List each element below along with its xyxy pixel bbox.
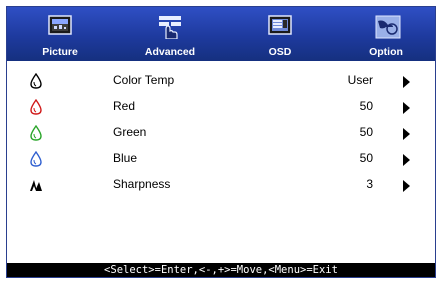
advanced-settings-icon xyxy=(158,15,182,40)
sharpness-icon xyxy=(29,177,43,193)
tab-label: OSD xyxy=(268,46,292,58)
row-value: User xyxy=(347,73,373,87)
picture-monitor-icon xyxy=(48,15,72,37)
row-green[interactable]: Green 50 xyxy=(7,121,435,147)
row-value: 3 xyxy=(366,177,373,191)
row-label: Blue xyxy=(113,151,138,165)
arrow-right-icon[interactable] xyxy=(403,180,410,192)
arrow-right-icon[interactable] xyxy=(403,128,410,140)
row-label: Green xyxy=(113,125,147,139)
red-drop-icon xyxy=(29,98,43,115)
tab-label: Advanced xyxy=(144,46,196,58)
row-sharpness[interactable]: Sharpness 3 xyxy=(7,173,435,199)
row-value: 50 xyxy=(359,151,373,165)
osd-monitor-icon xyxy=(268,15,292,37)
blue-drop-icon xyxy=(29,150,43,167)
row-value: 50 xyxy=(359,99,373,113)
tab-bar: Picture Advanced OSD Option xyxy=(7,7,435,61)
row-blue[interactable]: Blue 50 xyxy=(7,147,435,173)
arrow-right-icon[interactable] xyxy=(403,102,410,114)
green-drop-icon xyxy=(29,124,43,141)
status-bar: <Select>=Enter,<-,+>=Move,<Menu>=Exit xyxy=(7,263,435,277)
osd-menu: Picture Advanced OSD Option Color Temp U… xyxy=(6,6,436,278)
row-label: Color Temp xyxy=(113,73,175,87)
row-red[interactable]: Red 50 xyxy=(7,95,435,121)
tab-option[interactable]: Option xyxy=(351,7,421,61)
tab-osd[interactable]: OSD xyxy=(245,7,315,61)
tab-picture[interactable]: Picture xyxy=(25,7,95,61)
row-label: Sharpness xyxy=(113,177,171,191)
tab-label: Picture xyxy=(42,46,78,58)
tab-advanced[interactable]: Advanced xyxy=(135,7,205,61)
row-label: Red xyxy=(113,99,136,113)
row-color-temp[interactable]: Color Temp User xyxy=(7,69,435,95)
settings-list: Color Temp User Red 50 Green 50 Blue 50 … xyxy=(7,69,435,199)
row-value: 50 xyxy=(359,125,373,139)
arrow-right-icon[interactable] xyxy=(403,76,410,88)
color-drop-icon xyxy=(29,72,43,89)
arrow-right-icon[interactable] xyxy=(403,154,410,166)
option-hand-icon xyxy=(374,15,401,39)
tab-label: Option xyxy=(369,46,403,58)
